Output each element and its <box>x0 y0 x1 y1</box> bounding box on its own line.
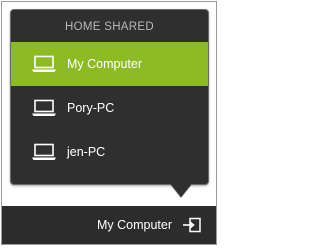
laptop-icon <box>31 99 57 117</box>
laptop-icon <box>31 143 57 161</box>
source-picker-popup: HOME SHARED My Computer Pory-PC jen-PC <box>10 9 209 185</box>
popup-header: HOME SHARED <box>65 21 154 33</box>
popup-pointer <box>170 183 192 197</box>
source-item-my-computer[interactable]: My Computer <box>11 42 208 86</box>
source-item-label: Pory-PC <box>67 101 115 115</box>
source-item-jen-pc[interactable]: jen-PC <box>11 130 208 174</box>
laptop-icon <box>31 55 57 73</box>
current-source-label[interactable]: My Computer <box>97 218 172 232</box>
source-item-label: My Computer <box>67 57 143 71</box>
source-item-pory-pc[interactable]: Pory-PC <box>11 86 208 130</box>
status-bar: My Computer <box>2 206 216 244</box>
source-item-label: jen-PC <box>67 145 106 159</box>
switch-source-icon[interactable] <box>182 217 202 233</box>
